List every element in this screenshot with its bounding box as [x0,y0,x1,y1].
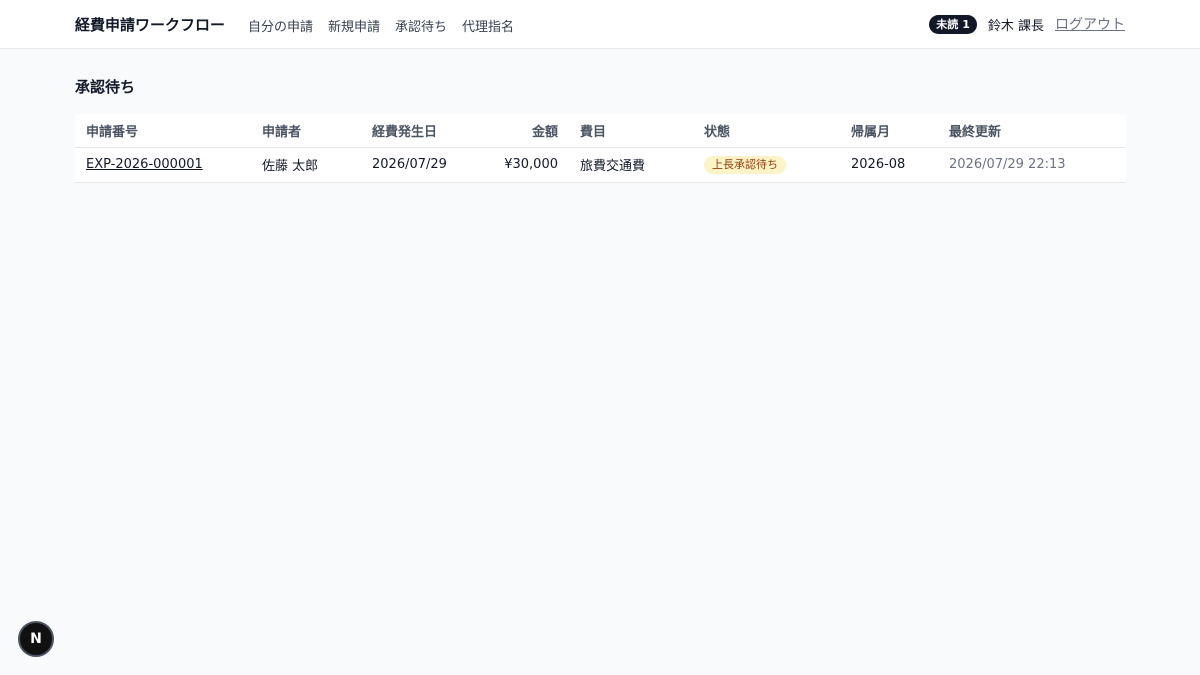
last-updated-cell: 2026/07/29 22:13 [938,147,1126,183]
main-nav: 自分の申請 新規申請 承認待ち 代理指名 [248,16,514,35]
nav-my-requests[interactable]: 自分の申請 [248,16,313,35]
header-right: 未読 1 鈴木 課長 ログアウト [929,14,1125,34]
amount-cell: ¥30,000 [481,147,569,183]
page-title: 承認待ち [75,78,136,96]
column-header-expense-date: 経費発生日 [361,114,481,148]
unread-label: 未読 [936,17,959,31]
request-number-link[interactable]: EXP-2026-000001 [86,157,203,172]
app-title[interactable]: 経費申請ワークフロー [75,14,225,35]
nav-proxy-designation[interactable]: 代理指名 [462,16,514,35]
nextjs-dev-tools-button[interactable]: N [18,621,54,657]
column-header-amount: 金額 [481,114,569,148]
pending-approvals-table: 申請番号 申請者 経費発生日 金額 費目 状態 帰属月 最終更新 EXP-202… [75,114,1126,183]
applicant-cell: 佐藤 太郎 [251,147,361,183]
expense-category-cell: 旅費交通費 [569,147,693,183]
column-header-applicant: 申請者 [251,114,361,148]
status-cell: 上長承認待ち [693,147,840,183]
current-user-name: 鈴木 課長 [987,18,1044,34]
logout-link[interactable]: ログアウト [1055,14,1125,34]
attribution-month-cell: 2026-08 [840,147,938,183]
unread-count: 1 [962,17,970,31]
nav-pending-approvals[interactable]: 承認待ち [395,16,447,35]
nav-new-request[interactable]: 新規申請 [328,16,380,35]
unread-notification-badge[interactable]: 未読 1 [929,14,977,34]
status-badge: 上長承認待ち [704,155,786,174]
column-header-last-updated: 最終更新 [938,114,1126,148]
expense-date-cell: 2026/07/29 [361,147,481,183]
table-row: EXP-2026-000001 佐藤 太郎 2026/07/29 ¥30,000… [75,147,1126,183]
top-navigation-bar: 経費申請ワークフロー 自分の申請 新規申請 承認待ち 代理指名 未読 1 鈴木 … [0,0,1200,49]
table-header-row: 申請番号 申請者 経費発生日 金額 費目 状態 帰属月 最終更新 [75,114,1126,148]
column-header-status: 状態 [693,114,840,148]
column-header-attribution-month: 帰属月 [840,114,938,148]
column-header-request-number: 申請番号 [75,114,251,148]
n-logo-icon: N [30,631,42,647]
column-header-expense-category: 費目 [569,114,693,148]
